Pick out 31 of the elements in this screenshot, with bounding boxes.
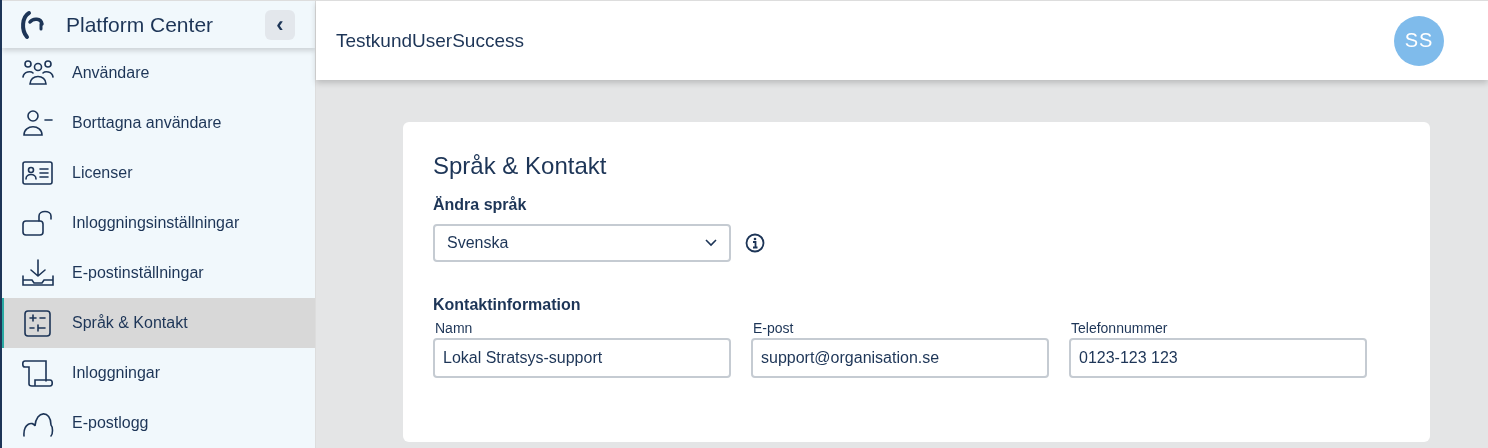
- organization-name: TestkundUserSuccess: [336, 29, 524, 52]
- sidebar-item[interactable]: Inloggningsinställningar: [2, 198, 315, 248]
- scroll-icon: [22, 359, 54, 387]
- section-label: Ändra språk: [433, 196, 528, 214]
- sidebar-item[interactable]: E-postinställningar: [2, 248, 315, 298]
- input-field[interactable]: Lokal Stratsys-support: [433, 338, 731, 378]
- collapse-button[interactable]: ‹: [265, 9, 295, 40]
- input-field[interactable]: 0123-123 123: [1069, 338, 1367, 378]
- sidebar-item[interactable]: E-postlogg: [2, 398, 315, 448]
- field-label: Namn: [434, 320, 474, 336]
- download-icon: [22, 259, 54, 287]
- unlock-icon: [22, 209, 54, 237]
- info-icon[interactable]: [745, 233, 765, 253]
- input-field[interactable]: support@organisation.se: [751, 338, 1049, 378]
- card-title: Språk & Kontakt: [433, 152, 608, 180]
- logo-icon: [20, 9, 46, 40]
- field-label: Telefonnummer: [1070, 320, 1169, 336]
- user-minus-icon: [22, 109, 54, 137]
- chevron-down-icon: [705, 239, 717, 247]
- users-icon: [22, 59, 54, 87]
- sidebar-item[interactable]: Licenser: [2, 148, 315, 198]
- sidebar-item[interactable]: Borttagna användare: [2, 98, 315, 148]
- language-select[interactable]: Svenska: [433, 224, 731, 262]
- sidebar-item[interactable]: Språk & Kontakt: [2, 298, 315, 348]
- field-label: E-post: [752, 320, 795, 336]
- brand-name: Platform Center: [66, 12, 215, 37]
- id-card-icon: [22, 159, 54, 187]
- section-label: Kontaktinformation: [433, 296, 582, 314]
- sidebar-item[interactable]: Inloggningar: [2, 348, 315, 398]
- sliders-icon: [22, 309, 54, 337]
- sidebar-item[interactable]: Användare: [2, 48, 315, 98]
